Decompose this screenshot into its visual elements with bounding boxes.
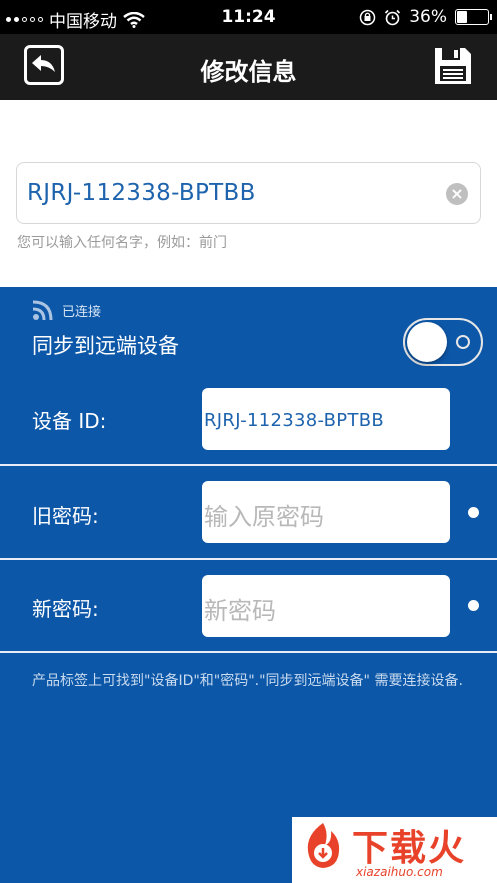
watermark: 下载火 xiazaihuo.com — [292, 817, 497, 883]
status-bar: 中国移动 11:24 36% — [0, 0, 497, 34]
divider — [0, 558, 497, 560]
old-password-field[interactable]: 输入原密码 — [202, 481, 450, 543]
watermark-text: 下载火 — [352, 828, 467, 869]
status-right: 36% — [359, 7, 492, 27]
connection-status: 已连接 — [32, 299, 101, 321]
device-name-hint: 您可以输入任何名字，例如：前门 — [17, 235, 227, 251]
watermark-url: xiazaihuo.com — [356, 865, 443, 879]
new-password-placeholder: 新密码 — [204, 597, 276, 625]
toggle-knob — [407, 322, 447, 362]
battery-fill — [457, 11, 467, 23]
toggle-off-indicator — [456, 335, 470, 349]
divider — [0, 651, 497, 653]
rotation-lock-icon — [359, 9, 376, 25]
nav-bar: 修改信息 — [0, 34, 497, 100]
device-id-field[interactable]: RJRJ-112338-BPTBB — [202, 388, 450, 450]
divider — [0, 464, 497, 466]
device-name-value: RJRJ-112338-BPTBB — [27, 180, 256, 206]
new-password-field[interactable]: 新密码 — [202, 575, 450, 637]
sync-label: 同步到远端设备 — [32, 334, 179, 358]
save-button[interactable] — [433, 44, 473, 88]
save-disk-icon — [435, 48, 471, 84]
new-password-label: 新密码: — [32, 597, 99, 621]
sync-toggle[interactable] — [403, 318, 483, 366]
flame-logo-icon — [307, 823, 340, 868]
device-name-input[interactable]: RJRJ-112338-BPTBB × — [16, 162, 481, 224]
battery-percent: 36% — [409, 7, 447, 27]
device-id-label: 设备 ID: — [32, 409, 107, 433]
rss-connected-icon — [32, 300, 53, 321]
connection-status-text: 已连接 — [62, 304, 102, 320]
new-password-indicator — [468, 600, 479, 611]
clear-input-icon[interactable]: × — [446, 183, 468, 205]
sync-settings-panel: 已连接 同步到远端设备 设备 ID: RJRJ-112338-BPTBB 旧密码… — [0, 287, 497, 883]
old-password-label: 旧密码: — [32, 504, 99, 528]
device-id-value: RJRJ-112338-BPTBB — [204, 410, 385, 431]
help-note: 产品标签上可找到"设备ID"和"密码"."同步到远端设备" 需要连接设备. — [32, 673, 463, 689]
alarm-icon — [385, 9, 401, 25]
battery-icon — [455, 9, 492, 25]
page-title: 修改信息 — [200, 58, 297, 86]
old-password-indicator — [468, 507, 479, 518]
old-password-placeholder: 输入原密码 — [204, 503, 324, 531]
